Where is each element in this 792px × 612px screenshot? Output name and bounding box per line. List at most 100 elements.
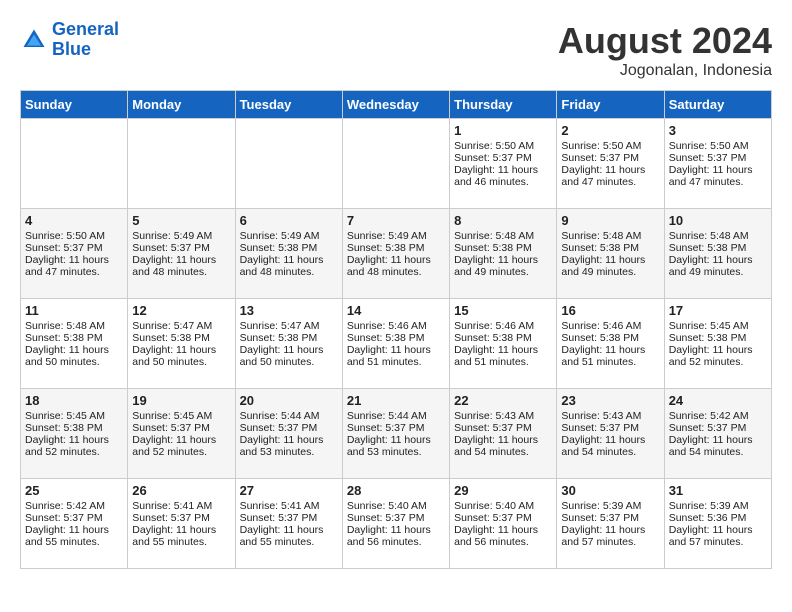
weekday-header-friday: Friday [557, 91, 664, 119]
calendar-cell: 30 Sunrise: 5:39 AM Sunset: 5:37 PM Dayl… [557, 479, 664, 569]
calendar-cell: 12 Sunrise: 5:47 AM Sunset: 5:38 PM Dayl… [128, 299, 235, 389]
sunrise-text: Sunrise: 5:45 AM [132, 410, 212, 422]
daylight-text: Daylight: 11 hours and 47 minutes. [669, 164, 753, 188]
sunrise-text: Sunrise: 5:44 AM [347, 410, 427, 422]
week-row-2: 4 Sunrise: 5:50 AM Sunset: 5:37 PM Dayli… [21, 209, 772, 299]
week-row-1: 1 Sunrise: 5:50 AM Sunset: 5:37 PM Dayli… [21, 119, 772, 209]
day-number: 7 [347, 213, 445, 228]
sunrise-text: Sunrise: 5:40 AM [454, 500, 534, 512]
day-number: 30 [561, 483, 659, 498]
daylight-text: Daylight: 11 hours and 51 minutes. [561, 344, 645, 368]
calendar-table: SundayMondayTuesdayWednesdayThursdayFrid… [20, 90, 772, 569]
daylight-text: Daylight: 11 hours and 50 minutes. [25, 344, 109, 368]
weekday-header-row: SundayMondayTuesdayWednesdayThursdayFrid… [21, 91, 772, 119]
daylight-text: Daylight: 11 hours and 47 minutes. [25, 254, 109, 278]
logo-icon [20, 26, 48, 54]
day-number: 1 [454, 123, 552, 138]
sunset-text: Sunset: 5:38 PM [25, 422, 103, 434]
day-number: 15 [454, 303, 552, 318]
day-number: 20 [240, 393, 338, 408]
calendar-cell: 5 Sunrise: 5:49 AM Sunset: 5:37 PM Dayli… [128, 209, 235, 299]
sunset-text: Sunset: 5:38 PM [561, 332, 639, 344]
calendar-cell: 15 Sunrise: 5:46 AM Sunset: 5:38 PM Dayl… [450, 299, 557, 389]
sunset-text: Sunset: 5:38 PM [669, 242, 747, 254]
day-number: 17 [669, 303, 767, 318]
daylight-text: Daylight: 11 hours and 48 minutes. [132, 254, 216, 278]
daylight-text: Daylight: 11 hours and 57 minutes. [561, 524, 645, 548]
sunset-text: Sunset: 5:37 PM [669, 152, 747, 164]
day-number: 21 [347, 393, 445, 408]
calendar-cell: 3 Sunrise: 5:50 AM Sunset: 5:37 PM Dayli… [664, 119, 771, 209]
daylight-text: Daylight: 11 hours and 46 minutes. [454, 164, 538, 188]
sunrise-text: Sunrise: 5:46 AM [347, 320, 427, 332]
daylight-text: Daylight: 11 hours and 47 minutes. [561, 164, 645, 188]
calendar-cell: 19 Sunrise: 5:45 AM Sunset: 5:37 PM Dayl… [128, 389, 235, 479]
sunrise-text: Sunrise: 5:49 AM [347, 230, 427, 242]
calendar-cell: 9 Sunrise: 5:48 AM Sunset: 5:38 PM Dayli… [557, 209, 664, 299]
sunrise-text: Sunrise: 5:39 AM [561, 500, 641, 512]
sunrise-text: Sunrise: 5:50 AM [669, 140, 749, 152]
calendar-cell: 28 Sunrise: 5:40 AM Sunset: 5:37 PM Dayl… [342, 479, 449, 569]
sunrise-text: Sunrise: 5:41 AM [132, 500, 212, 512]
day-number: 9 [561, 213, 659, 228]
day-number: 25 [25, 483, 123, 498]
calendar-cell: 13 Sunrise: 5:47 AM Sunset: 5:38 PM Dayl… [235, 299, 342, 389]
sunrise-text: Sunrise: 5:42 AM [25, 500, 105, 512]
sunrise-text: Sunrise: 5:50 AM [454, 140, 534, 152]
day-number: 8 [454, 213, 552, 228]
day-number: 28 [347, 483, 445, 498]
sunset-text: Sunset: 5:38 PM [454, 242, 532, 254]
sunset-text: Sunset: 5:37 PM [347, 512, 425, 524]
sunset-text: Sunset: 5:38 PM [347, 332, 425, 344]
sunset-text: Sunset: 5:37 PM [561, 152, 639, 164]
weekday-header-monday: Monday [128, 91, 235, 119]
calendar-cell: 24 Sunrise: 5:42 AM Sunset: 5:37 PM Dayl… [664, 389, 771, 479]
sunset-text: Sunset: 5:37 PM [132, 422, 210, 434]
day-number: 16 [561, 303, 659, 318]
calendar-cell: 26 Sunrise: 5:41 AM Sunset: 5:37 PM Dayl… [128, 479, 235, 569]
sunset-text: Sunset: 5:37 PM [25, 242, 103, 254]
calendar-cell [342, 119, 449, 209]
sunrise-text: Sunrise: 5:48 AM [669, 230, 749, 242]
week-row-3: 11 Sunrise: 5:48 AM Sunset: 5:38 PM Dayl… [21, 299, 772, 389]
calendar-cell: 14 Sunrise: 5:46 AM Sunset: 5:38 PM Dayl… [342, 299, 449, 389]
calendar-cell [128, 119, 235, 209]
daylight-text: Daylight: 11 hours and 50 minutes. [132, 344, 216, 368]
calendar-cell: 16 Sunrise: 5:46 AM Sunset: 5:38 PM Dayl… [557, 299, 664, 389]
calendar-cell: 23 Sunrise: 5:43 AM Sunset: 5:37 PM Dayl… [557, 389, 664, 479]
daylight-text: Daylight: 11 hours and 48 minutes. [347, 254, 431, 278]
sunset-text: Sunset: 5:37 PM [561, 512, 639, 524]
calendar-cell: 25 Sunrise: 5:42 AM Sunset: 5:37 PM Dayl… [21, 479, 128, 569]
sunset-text: Sunset: 5:38 PM [454, 332, 532, 344]
daylight-text: Daylight: 11 hours and 56 minutes. [347, 524, 431, 548]
calendar-cell: 11 Sunrise: 5:48 AM Sunset: 5:38 PM Dayl… [21, 299, 128, 389]
day-number: 14 [347, 303, 445, 318]
sunset-text: Sunset: 5:38 PM [132, 332, 210, 344]
day-number: 31 [669, 483, 767, 498]
sunset-text: Sunset: 5:38 PM [347, 242, 425, 254]
sunset-text: Sunset: 5:36 PM [669, 512, 747, 524]
calendar-cell: 27 Sunrise: 5:41 AM Sunset: 5:37 PM Dayl… [235, 479, 342, 569]
sunset-text: Sunset: 5:37 PM [454, 422, 532, 434]
day-number: 23 [561, 393, 659, 408]
calendar-cell: 1 Sunrise: 5:50 AM Sunset: 5:37 PM Dayli… [450, 119, 557, 209]
sunrise-text: Sunrise: 5:47 AM [240, 320, 320, 332]
sunset-text: Sunset: 5:37 PM [25, 512, 103, 524]
sunrise-text: Sunrise: 5:44 AM [240, 410, 320, 422]
calendar-cell: 20 Sunrise: 5:44 AM Sunset: 5:37 PM Dayl… [235, 389, 342, 479]
sunset-text: Sunset: 5:37 PM [454, 152, 532, 164]
week-row-5: 25 Sunrise: 5:42 AM Sunset: 5:37 PM Dayl… [21, 479, 772, 569]
calendar-cell: 8 Sunrise: 5:48 AM Sunset: 5:38 PM Dayli… [450, 209, 557, 299]
sunset-text: Sunset: 5:38 PM [240, 332, 318, 344]
daylight-text: Daylight: 11 hours and 53 minutes. [240, 434, 324, 458]
sunset-text: Sunset: 5:38 PM [669, 332, 747, 344]
sunrise-text: Sunrise: 5:45 AM [25, 410, 105, 422]
sunset-text: Sunset: 5:38 PM [240, 242, 318, 254]
sunset-text: Sunset: 5:38 PM [25, 332, 103, 344]
calendar-cell: 22 Sunrise: 5:43 AM Sunset: 5:37 PM Dayl… [450, 389, 557, 479]
sunset-text: Sunset: 5:37 PM [240, 422, 318, 434]
calendar-cell [21, 119, 128, 209]
sunrise-text: Sunrise: 5:40 AM [347, 500, 427, 512]
logo-text: General Blue [52, 20, 119, 60]
daylight-text: Daylight: 11 hours and 49 minutes. [669, 254, 753, 278]
